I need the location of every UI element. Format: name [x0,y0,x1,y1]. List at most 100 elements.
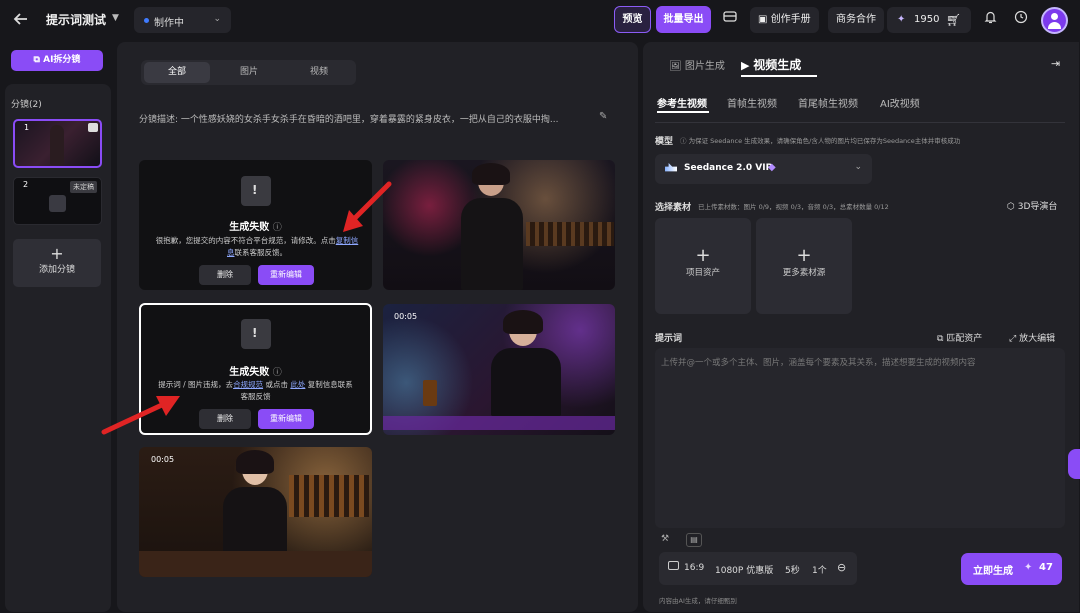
tab-video-generation-label: 视频生成 [753,58,802,72]
more-materials-label: 更多素材源 [782,268,826,278]
model-note: ⓘ 为保证 Seedance 生成效果，请确保角色/含人物的图片均已保存为See… [680,135,960,145]
reedit-button[interactable]: 重新编辑 [258,409,314,429]
ai-split-label: AI拆分镜 [43,55,81,65]
chevron-down-icon[interactable]: ▼ [112,13,119,23]
plus-icon: + [796,245,812,266]
bar-counter [139,551,372,577]
filter-tabs: 全部 图片 视频 [141,60,356,85]
template-icon[interactable]: ▤ [686,533,702,547]
generated-video-card[interactable]: 00:05 [383,304,615,435]
seedance-logo-icon [665,163,677,172]
generate-now-button[interactable]: 立即生成 ✦ 47 [961,553,1062,585]
video-icon: ▶︎ [741,59,754,72]
woman-hair [503,310,543,334]
bell-icon[interactable] [980,10,1000,30]
match-assets-button[interactable]: ⧉ 匹配资产 [937,331,982,344]
sparkle-icon: ✦ [897,14,906,25]
warning-image-icon [241,319,271,349]
subtab-reference-video[interactable]: 参考生视频 [657,95,707,110]
tab-all[interactable]: 全部 [144,62,210,83]
bottle-shelf [526,222,614,246]
whiskey-bottle [423,380,437,406]
generated-image-card[interactable] [383,160,615,290]
woman-hair [236,450,274,474]
bottle-shelf [289,475,369,517]
ai-disclaimer: 内容由AI生成，请仔细甄别 [659,597,737,605]
subtab-first-last-frame[interactable]: 首尾帧生视频 [798,95,858,110]
ai-split-button[interactable]: ⧉ AI拆分镜 [11,50,103,71]
delete-button[interactable]: 删除 [199,265,251,285]
side-panel-toggle[interactable] [1068,449,1080,479]
preview-button[interactable]: 预览 [614,6,651,33]
creation-manual-label: 创作手册 [770,14,811,25]
resolution-value: 1080P 优惠版 [715,566,774,576]
info-icon[interactable]: ⓘ [273,368,282,378]
tab-videos[interactable]: 视频 [286,62,352,83]
subtab-ai-edit-video[interactable]: AI改视频 [880,95,920,110]
director-3d-button[interactable]: ⬡ 3D导演台 [1007,199,1057,212]
video-duration: 00:05 [394,312,418,321]
shot-thumbnail-1[interactable]: 1 [13,119,102,168]
tab-image-generation-label: 图片生成 [684,61,725,72]
shot-description: 分镜描述: 一个性感妖娆的女杀手女杀手在昏暗的酒吧里，穿着暴露的紧身皮衣，一把从… [139,115,559,125]
creation-manual-button[interactable]: ▣ 创作手册 [750,7,819,33]
failure-message-tail: 复制信息联系 [307,380,353,389]
plus-icon: + [50,244,64,263]
model-name: Seedance 2.0 VIP [684,163,773,173]
more-materials-button[interactable]: + 更多素材源 [756,218,852,314]
shot-thumbnail-2[interactable]: 2 未定稿 [13,177,102,225]
neon-counter [383,416,615,430]
image-icon: 🖼︎ [669,61,685,72]
project-title[interactable]: 提示词测试 [46,11,106,28]
generation-settings[interactable]: 16:9 1080P 优惠版 5秒 1个 ⊖ [659,552,857,585]
count-value: 1个 [812,566,827,576]
failure-message-tail: 联系客服反馈。 [234,248,288,257]
video-duration: 00:05 [151,455,175,464]
split-icon: ⧉ [33,55,44,65]
vip-diamond-icon: ◆ [768,162,776,173]
reedit-button[interactable]: 重新编辑 [258,265,314,285]
failure-message-mid: 或点击 [265,380,288,389]
warning-image-icon [241,176,271,206]
cube-icon: ⬡ [1007,202,1018,212]
status-dropdown[interactable]: 制作中 ⌄ [134,7,231,33]
prompt-input[interactable] [655,348,1065,528]
tab-image-generation[interactable]: 🖼︎ 图片生成 [669,57,725,72]
project-assets-button[interactable]: + 项目资产 [655,218,751,314]
business-button[interactable]: 商务合作 [828,7,884,33]
subtab-first-frame[interactable]: 首帧生视频 [727,95,777,110]
tab-video-generation[interactable]: ▶︎ 视频生成 [741,56,801,73]
edit-icon[interactable]: ✎ [599,111,607,122]
back-arrow-icon[interactable] [12,10,32,30]
info-icon: ⓘ [680,137,689,145]
aspect-ratio-value: 16:9 [684,563,705,573]
model-note-text: 为保证 Seedance 生成效果，请确保角色/含人物的图片均已保存为Seeda… [688,137,961,145]
batch-export-button[interactable]: 批量导出 [656,6,711,33]
support-icon[interactable] [1011,10,1031,30]
collapse-panel-icon[interactable]: ⇥ [1051,57,1060,70]
divider [655,122,1065,123]
expand-edit-button[interactable]: ⤢ 放大编辑 [1009,331,1055,344]
tab-images[interactable]: 图片 [216,62,282,83]
failed-result-card-selected: 生成失败 ⓘ 提示词 / 图片违规，去合规规范 或点击 此处 复制信息联系客服反… [139,303,372,435]
cart-icon: 🛒︎ [946,13,962,27]
magic-wand-icon[interactable]: ⚒ [661,534,669,544]
compliance-link[interactable]: 合规规范 [233,380,263,389]
credits-button[interactable]: ✦ 1950 🛒︎ [887,7,971,33]
failure-message-text: 很抱歉，您提交的内容不符合平台规范，请修改。点击 [155,236,336,245]
user-avatar[interactable] [1041,7,1068,34]
status-dot-icon [144,18,149,23]
failed-result-card: 生成失败 ⓘ 很抱歉，您提交的内容不符合平台规范，请修改。点击复制信息联系客服反… [139,160,372,290]
add-shot-button[interactable]: + 添加分镜 [13,239,101,287]
woman-hair [472,163,510,185]
director-3d-label: 3D导演台 [1017,202,1058,212]
here-link[interactable]: 此处 [290,380,305,389]
info-icon[interactable]: ⓘ [273,223,282,233]
model-select[interactable]: Seedance 2.0 VIP ◆ ⌄ [655,154,872,184]
failure-message: 提示词 / 图片违规，去合规规范 或点击 此处 复制信息联系 客服反馈 [151,379,360,403]
wallet-icon[interactable] [720,10,740,30]
generated-video-card[interactable]: 00:05 [139,447,372,577]
prompt-placeholder: 上传并@一个或多个主体、图片，涵盖每个要素及其关系，描述想要生成的视频内容 [661,358,976,368]
delete-button[interactable]: 删除 [199,409,251,429]
shot-number: 1 [24,123,30,132]
